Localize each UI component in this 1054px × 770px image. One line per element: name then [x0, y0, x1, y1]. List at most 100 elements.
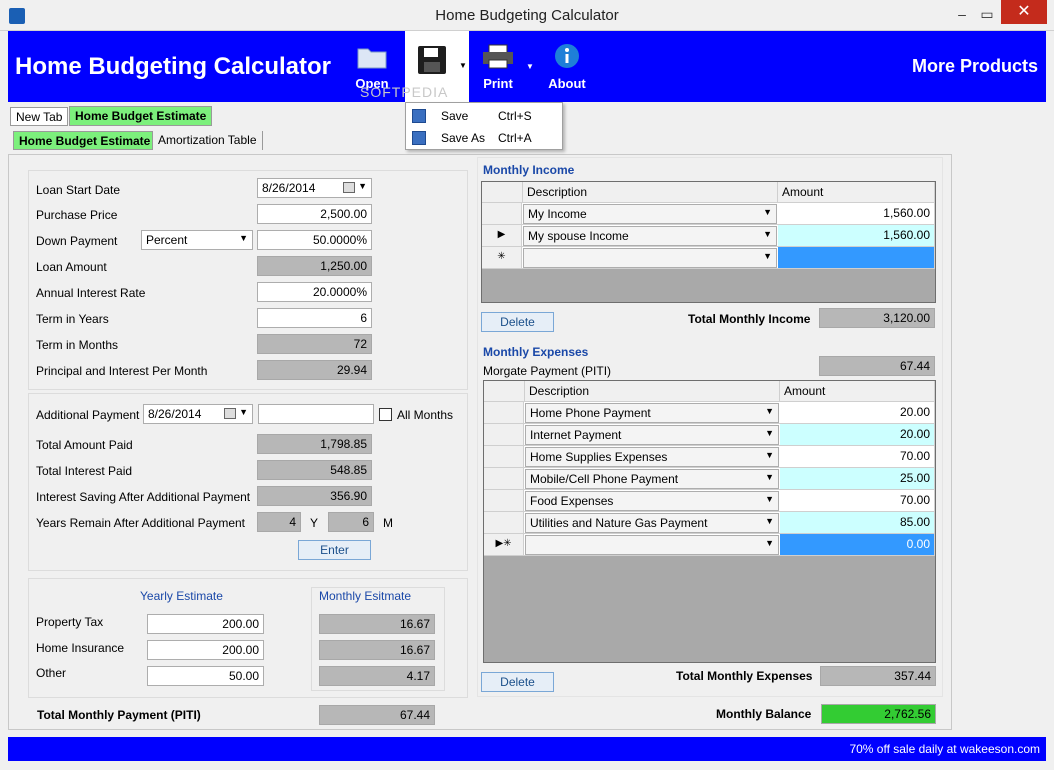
mortgage-label: Morgate Payment (PITI) — [483, 364, 612, 378]
expense-amount-cell[interactable]: 70.00 — [780, 490, 935, 511]
down-payment-input[interactable]: 50.0000% — [257, 230, 372, 250]
table-row[interactable]: Utilities and Nature Gas Payment ▼ 85.00 — [484, 512, 935, 534]
row-header[interactable] — [484, 424, 524, 445]
yearly-estimate-header: Yearly Estimate — [140, 589, 223, 603]
minimize-icon[interactable]: – — [950, 4, 974, 24]
tab-home-budget[interactable]: Home Budget Estimate — [69, 106, 213, 126]
down-payment-type-select[interactable]: Percent ▼ — [141, 230, 253, 250]
total-interest-label: Total Interest Paid — [36, 464, 133, 478]
menu-item-save[interactable]: Save Ctrl+S — [406, 105, 562, 127]
income-col-amount[interactable]: Amount — [778, 182, 935, 202]
income-desc-combo[interactable]: My spouse Income ▼ — [523, 226, 777, 246]
enter-button[interactable]: Enter — [298, 540, 371, 560]
expense-amount-cell[interactable]: 85.00 — [780, 512, 935, 533]
expense-desc-combo[interactable]: Utilities and Nature Gas Payment ▼ — [525, 513, 779, 533]
months-remain-value: 6 — [328, 512, 374, 532]
home-insurance-input[interactable]: 200.00 — [147, 640, 264, 660]
row-header[interactable] — [484, 402, 524, 423]
expense-desc-combo[interactable]: ▼ — [525, 535, 779, 555]
row-selector-icon[interactable]: ▶ — [482, 225, 522, 246]
print-dropdown-icon[interactable]: ▼ — [526, 62, 534, 71]
income-amount-cell[interactable]: 1,560.00 — [778, 203, 935, 224]
new-row-icon[interactable]: ▶✳ — [484, 534, 524, 555]
table-row[interactable]: Home Supplies Expenses ▼ 70.00 — [484, 446, 935, 468]
table-row[interactable]: Home Phone Payment ▼ 20.00 — [484, 402, 935, 424]
maximize-icon[interactable]: ▭ — [975, 4, 999, 24]
row-header[interactable] — [484, 446, 524, 467]
purchase-price-input[interactable]: 2,500.00 — [257, 204, 372, 224]
interest-rate-label: Annual Interest Rate — [36, 286, 146, 300]
expense-desc-combo[interactable]: Home Supplies Expenses ▼ — [525, 447, 779, 467]
table-row[interactable]: My Income ▼ 1,560.00 — [482, 203, 935, 225]
table-row-new[interactable]: ✳ ▼ — [482, 247, 935, 269]
additional-payment-input[interactable] — [258, 404, 374, 424]
open-button[interactable]: Open — [346, 43, 398, 91]
print-button[interactable]: Print — [472, 43, 524, 91]
banner: Home Budgeting Calculator Open ▼ Print ▼… — [8, 31, 1046, 102]
subtab-amortization[interactable]: Amortization Table — [152, 131, 263, 150]
row-header[interactable] — [484, 512, 524, 533]
expenses-delete-button[interactable]: Delete — [481, 672, 554, 692]
about-button[interactable]: About — [541, 43, 593, 91]
menu-item-save-as[interactable]: Save As Ctrl+A — [406, 127, 562, 149]
months-unit-label: M — [383, 516, 393, 530]
expense-amount-cell[interactable]: 25.00 — [780, 468, 935, 489]
principal-interest-value: 29.94 — [257, 360, 372, 380]
table-row[interactable]: Food Expenses ▼ 70.00 — [484, 490, 935, 512]
expense-amount-cell[interactable]: 20.00 — [780, 424, 935, 445]
income-col-description[interactable]: Description — [522, 182, 778, 202]
income-amount-cell[interactable]: 1,560.00 — [778, 225, 935, 246]
expense-amount-cell[interactable]: 70.00 — [780, 446, 935, 467]
expense-amount-cell[interactable]: 20.00 — [780, 402, 935, 423]
row-header[interactable] — [484, 468, 524, 489]
income-amount-cell[interactable] — [778, 247, 935, 268]
expense-amount-cell[interactable]: 0.00 — [780, 534, 935, 555]
total-expenses-label: Total Monthly Expenses — [676, 669, 813, 683]
table-row[interactable]: Internet Payment ▼ 20.00 — [484, 424, 935, 446]
monthly-balance-label: Monthly Balance — [716, 707, 812, 721]
income-desc-combo[interactable]: My Income ▼ — [523, 204, 777, 224]
monthly-expenses-header: Monthly Expenses — [483, 345, 589, 359]
subtab-home-budget[interactable]: Home Budget Estimate — [13, 131, 157, 150]
loan-start-date-picker[interactable]: 8/26/2014 ▼ — [257, 178, 372, 198]
tab-new[interactable]: New Tab — [10, 107, 69, 126]
term-years-input[interactable]: 6 — [257, 308, 372, 328]
table-row[interactable]: Mobile/Cell Phone Payment ▼ 25.00 — [484, 468, 935, 490]
calendar-icon[interactable] — [224, 408, 236, 419]
expense-desc-combo[interactable]: Home Phone Payment ▼ — [525, 403, 779, 423]
interest-rate-input[interactable]: 20.0000% — [257, 282, 372, 302]
income-desc-combo[interactable]: ▼ — [523, 248, 777, 268]
other-input[interactable]: 50.00 — [147, 666, 264, 686]
loan-group — [28, 170, 468, 390]
expense-desc-combo[interactable]: Mobile/Cell Phone Payment ▼ — [525, 469, 779, 489]
down-payment-label: Down Payment — [36, 234, 118, 248]
loan-amount-label: Loan Amount — [36, 260, 107, 274]
expense-desc-combo[interactable]: Food Expenses ▼ — [525, 491, 779, 511]
title-bar: Home Budgeting Calculator – ▭ ✕ — [0, 0, 1054, 31]
save-menu: Save Ctrl+S Save As Ctrl+A — [405, 102, 563, 150]
row-header[interactable] — [482, 203, 522, 224]
promo-link[interactable]: 70% off sale daily at wakeeson.com — [849, 742, 1040, 756]
additional-payment-date-picker[interactable]: 8/26/2014 ▼ — [143, 404, 253, 424]
close-icon[interactable]: ✕ — [1001, 0, 1047, 24]
save-dropdown-icon[interactable]: ▼ — [459, 61, 467, 70]
all-months-checkbox[interactable] — [379, 408, 392, 421]
table-row[interactable]: ▶ My spouse Income ▼ 1,560.00 — [482, 225, 935, 247]
income-grid: Description Amount My Income ▼ 1,560.00 ▶… — [481, 181, 936, 303]
more-products-link[interactable]: More Products — [912, 56, 1038, 77]
other-label: Other — [36, 666, 67, 680]
row-header[interactable] — [484, 490, 524, 511]
expenses-col-description[interactable]: Description — [524, 381, 780, 401]
expenses-col-amount[interactable]: Amount — [780, 381, 935, 401]
property-tax-input[interactable]: 200.00 — [147, 614, 264, 634]
expense-desc-combo[interactable]: Internet Payment ▼ — [525, 425, 779, 445]
calendar-icon[interactable] — [343, 182, 355, 193]
interest-saving-label: Interest Saving After Additional Payment — [36, 490, 251, 504]
chevron-down-icon[interactable]: ▼ — [239, 407, 248, 417]
chevron-down-icon[interactable]: ▼ — [358, 181, 367, 191]
save-icon — [412, 109, 426, 123]
main-panel: Loan Start Date 8/26/2014 ▼ Purchase Pric… — [8, 154, 952, 730]
new-row-icon[interactable]: ✳ — [482, 247, 522, 268]
table-row-new[interactable]: ▶✳ ▼ 0.00 — [484, 534, 935, 556]
income-delete-button[interactable]: Delete — [481, 312, 554, 332]
